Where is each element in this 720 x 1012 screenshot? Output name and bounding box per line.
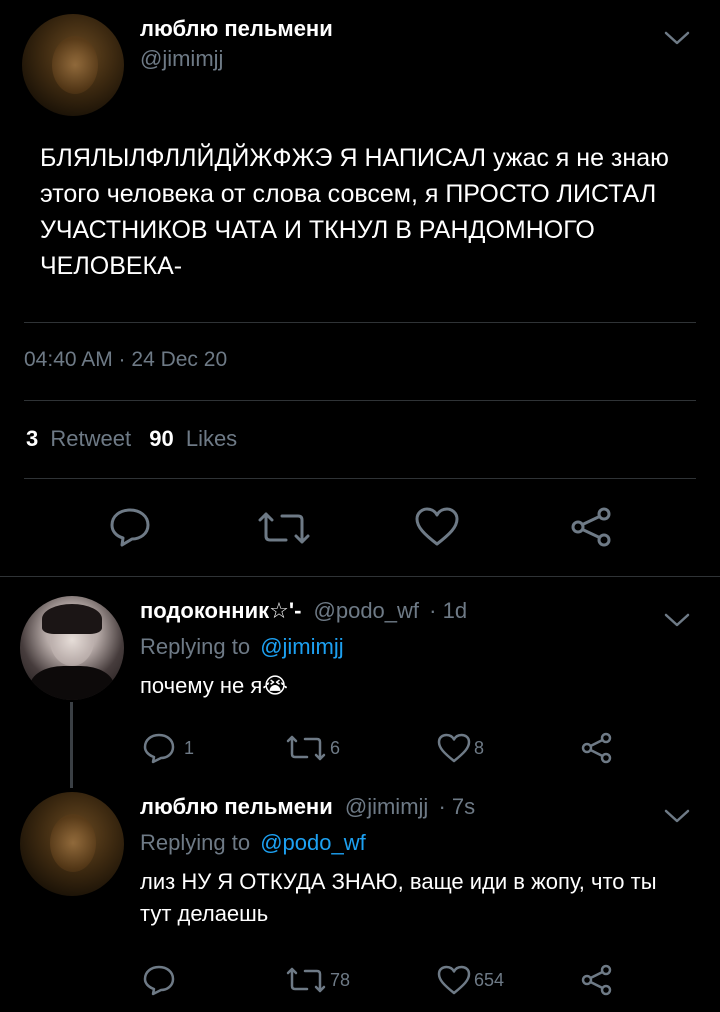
tweet-text: БЛЯЛЫЛФЛЛЙДЙЖФЖЭ Я НАПИСАЛ ужас я не зна…	[40, 144, 669, 280]
chevron-down-icon[interactable]	[664, 612, 690, 628]
reply-author-name[interactable]: подоконник☆'-	[140, 598, 301, 623]
replying-to-link[interactable]: @podo_wf	[260, 830, 366, 855]
divider	[24, 400, 696, 401]
share-icon[interactable]	[580, 732, 614, 764]
like-icon[interactable]	[414, 506, 460, 548]
replying-to: Replying to @podo_wf	[140, 830, 366, 856]
reply-icon[interactable]	[142, 964, 176, 996]
reply-time: · 1d	[429, 598, 468, 623]
reply-count: 1	[184, 738, 195, 758]
reply-avatar[interactable]	[20, 596, 124, 700]
replying-to: Replying to @jimimjj	[140, 634, 344, 660]
share-icon[interactable]	[580, 964, 614, 996]
divider	[24, 322, 696, 323]
reply-icon[interactable]	[142, 732, 176, 764]
chevron-down-icon[interactable]	[664, 808, 690, 824]
like-count: 654	[474, 970, 505, 990]
retweet-icon[interactable]	[286, 966, 326, 994]
reply-author-handle[interactable]: @jimimjj	[345, 794, 428, 819]
thread-line	[70, 702, 73, 788]
chevron-down-icon[interactable]	[664, 30, 690, 46]
reply-time: · 7s	[438, 794, 476, 819]
share-icon[interactable]	[570, 506, 614, 548]
replying-prefix: Replying to	[140, 634, 251, 659]
reply-header: люблю пельмени @jimimjj · 7s	[140, 794, 475, 820]
like-count[interactable]: 90	[149, 426, 173, 451]
divider	[0, 576, 720, 577]
retweet-label[interactable]: Retweet	[50, 426, 131, 451]
retweet-count: 78	[330, 970, 351, 990]
stats-row: 3 Retweet 90 Likes	[26, 426, 237, 452]
likes-label[interactable]: Likes	[186, 426, 237, 451]
like-count: 8	[474, 738, 485, 758]
replying-prefix: Replying to	[140, 830, 251, 855]
like-icon[interactable]	[436, 732, 472, 764]
reply-avatar[interactable]	[20, 792, 124, 896]
like-icon[interactable]	[436, 964, 472, 996]
reply-text: почему не я😭	[140, 673, 288, 698]
reply-author-name[interactable]: люблю пельмени	[140, 794, 333, 819]
replying-to-link[interactable]: @jimimjj	[260, 634, 343, 659]
retweet-icon[interactable]	[286, 734, 326, 762]
author-avatar[interactable]	[22, 14, 124, 116]
divider	[24, 478, 696, 479]
tweet-timestamp[interactable]: 04:40 AM · 24 Dec 20	[24, 348, 227, 372]
reply-author-handle[interactable]: @podo_wf	[314, 598, 420, 623]
retweet-count[interactable]: 3	[26, 426, 38, 451]
retweet-count: 6	[330, 738, 341, 758]
author-handle[interactable]: @jimimjj	[140, 46, 223, 72]
reply-icon[interactable]	[108, 506, 152, 548]
retweet-icon[interactable]	[258, 510, 310, 546]
reply-text: лиз НУ Я ОТКУДА ЗНАЮ, ваще иди в жопу, ч…	[140, 869, 657, 926]
reply-header: подоконник☆'- @podo_wf · 1d	[140, 598, 467, 624]
author-name[interactable]: люблю пельмени	[140, 16, 333, 42]
